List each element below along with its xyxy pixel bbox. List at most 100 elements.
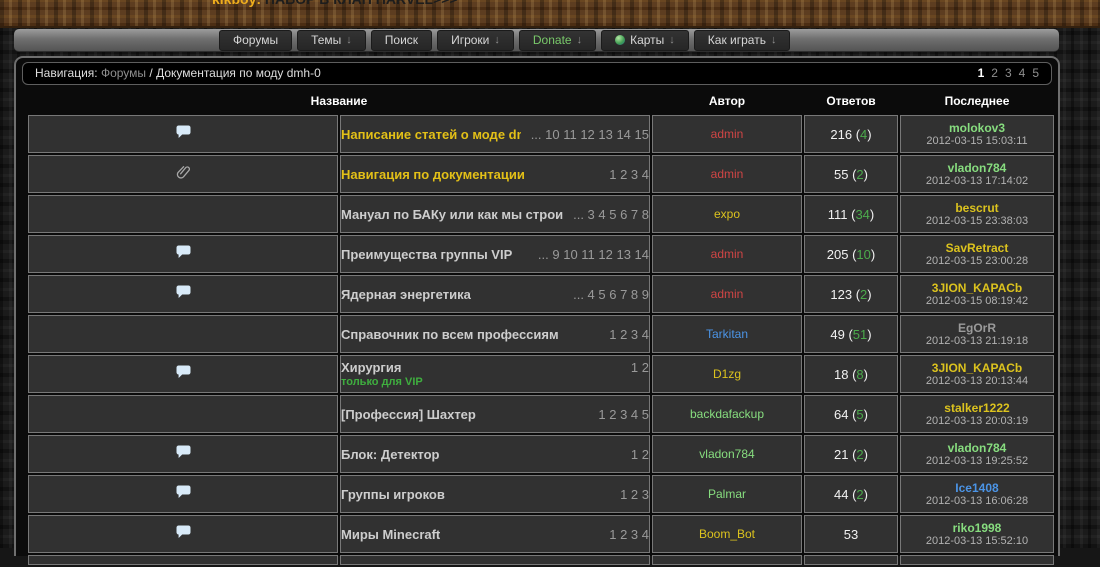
breadcrumb-separator: / bbox=[149, 66, 153, 80]
author-link[interactable]: expo bbox=[714, 207, 740, 221]
replies-new-count: (10) bbox=[848, 246, 876, 262]
topic-page-links[interactable]: ... 9 10 11 12 13 14 bbox=[538, 247, 649, 262]
topic-title-link[interactable]: [Профессия] Шахтер bbox=[341, 407, 476, 422]
topic-cell: Миры Minecraft 1 2 3 4 bbox=[340, 515, 650, 553]
topic-title-link[interactable]: Блок: Детектор bbox=[341, 447, 439, 462]
lastpost-user-link[interactable]: vladon784 bbox=[901, 161, 1053, 175]
nav-button-label: Поиск bbox=[384, 33, 419, 47]
lastpost-user-link[interactable]: bescrut bbox=[901, 201, 1053, 215]
author-link[interactable]: admin bbox=[711, 167, 744, 181]
author-link[interactable]: admin bbox=[711, 127, 744, 141]
nav-button-поиск[interactable]: Поиск bbox=[370, 29, 433, 51]
topic-page-links[interactable]: 1 2 bbox=[631, 360, 649, 375]
topic-cell: Хирургия 1 2 только для VIP bbox=[340, 355, 650, 393]
page-link-5[interactable]: 5 bbox=[1032, 63, 1039, 84]
lastpost-user-link[interactable]: 3JION_KAPACb bbox=[901, 361, 1053, 375]
topic-title-link[interactable]: Группы игроков bbox=[341, 487, 445, 502]
topic-page-links[interactable]: 1 2 3 4 bbox=[609, 327, 649, 342]
author-link[interactable]: admin bbox=[711, 247, 744, 261]
lastpost-date: 2012-03-15 15:03:11 bbox=[926, 134, 1028, 147]
lastpost-user-link[interactable]: molokov3 bbox=[901, 121, 1053, 135]
author-link[interactable]: vladon784 bbox=[699, 447, 754, 461]
replies-new-count: (51) bbox=[844, 326, 872, 342]
topic-row: Группы игроков 1 2 3 Palmar 44 (2) Ice1408 20… bbox=[28, 475, 1054, 513]
topic-page-links[interactable]: ... 3 4 5 6 7 8 bbox=[573, 207, 649, 222]
author-cell: expo bbox=[652, 195, 802, 233]
page-link-4[interactable]: 4 bbox=[1019, 63, 1026, 84]
replies-cell: 18 (8) bbox=[804, 355, 898, 393]
topic-page-links[interactable]: 1 2 3 4 bbox=[609, 527, 649, 542]
author-cell: vladon784 bbox=[652, 435, 802, 473]
topic-title-link[interactable]: Справочник по всем профессиям bbox=[341, 327, 559, 342]
topic-cell: Написание статей о моде dmh-0 за вознагр… bbox=[340, 115, 650, 153]
replies-new-count: (34) bbox=[847, 206, 875, 222]
breadcrumb-link-forums[interactable]: Форумы bbox=[101, 66, 146, 80]
nav-button-donate[interactable]: Donate ↓ bbox=[518, 29, 597, 51]
topic-row: Хирургия 1 2 только для VIP D1zg 18 (8) 3JION… bbox=[28, 355, 1054, 393]
lastpost-cell: vladon784 2012-03-13 19:25:52 bbox=[900, 435, 1054, 473]
topic-page-links[interactable]: 1 2 3 4 5 bbox=[598, 407, 649, 422]
ticker-username: kikboy: bbox=[212, 0, 261, 7]
comment-icon-cell bbox=[28, 355, 338, 393]
topic-row: Навигация по документации 1 2 3 4 admin 55 … bbox=[28, 155, 1054, 193]
lastpost-date: 2012-03-13 17:14:02 bbox=[925, 174, 1029, 187]
page-link-2[interactable]: 2 bbox=[991, 63, 998, 84]
author-link[interactable]: admin bbox=[711, 287, 744, 301]
lastpost-cell: molokov3 2012-03-15 15:03:11 bbox=[900, 115, 1054, 153]
lastpost-date: 2012-03-13 19:25:52 bbox=[925, 454, 1029, 467]
topic-title-link[interactable]: Преимущества группы VIP bbox=[341, 247, 512, 262]
author-link[interactable]: Palmar bbox=[708, 487, 746, 501]
topic-page-links[interactable]: ... 4 5 6 7 8 9 bbox=[573, 287, 649, 302]
author-link[interactable]: D1zg bbox=[713, 367, 741, 381]
nav-button-label: Как играть bbox=[707, 33, 766, 47]
replies-cell: 49 (51) bbox=[804, 315, 898, 353]
topic-page-links[interactable]: 1 2 3 4 bbox=[609, 167, 649, 182]
author-link[interactable]: Tarkitan bbox=[706, 327, 748, 341]
breadcrumb-pagination: 12345 bbox=[978, 63, 1039, 84]
topic-title-link[interactable]: Мануал по БАКу или как мы строили коллай… bbox=[341, 207, 563, 222]
lastpost-user-link[interactable]: vladon784 bbox=[901, 441, 1053, 455]
lastpost-user-link[interactable]: Ice1408 bbox=[901, 481, 1053, 495]
lastpost-user-link[interactable]: 3JION_KAPACb bbox=[901, 281, 1053, 295]
page-link-1[interactable]: 1 bbox=[978, 63, 985, 84]
replies-cell: 21 (2) bbox=[804, 435, 898, 473]
nav-button-темы[interactable]: Темы ↓ bbox=[297, 29, 366, 51]
topic-title-link[interactable]: Хирургия bbox=[341, 360, 401, 375]
comment-icon-cell bbox=[28, 435, 338, 473]
topic-row: Мануал по БАКу или как мы строили коллай… bbox=[28, 195, 1054, 233]
lastpost-user-link[interactable]: riko1998 bbox=[901, 521, 1053, 535]
nav-button-как-играть[interactable]: Как играть ↓ bbox=[693, 29, 791, 51]
topic-page-links[interactable]: 1 2 bbox=[631, 447, 649, 462]
lastpost-date: 2012-03-15 08:19:42 bbox=[925, 294, 1029, 307]
topic-page-links[interactable]: 1 2 3 bbox=[620, 487, 649, 502]
replies-cell: 53 bbox=[804, 515, 898, 553]
author-link[interactable]: backdafackup bbox=[690, 407, 764, 421]
topic-title-link[interactable]: Навигация по документации bbox=[341, 167, 525, 182]
content-panel: Навигация: Форумы / Документация по моду… bbox=[14, 56, 1060, 565]
navbar-buttons: Форумы Темы ↓ Поиск Игроки ↓ Donate ↓ Карты ↓ Как … bbox=[219, 29, 791, 51]
replies-cell: 55 (2) bbox=[804, 155, 898, 193]
nav-button-label: Игроки bbox=[451, 33, 490, 47]
topic-title-link[interactable]: Написание статей о моде dmh-0 за вознагр… bbox=[341, 127, 521, 142]
lastpost-user-link[interactable]: stalker1222 bbox=[901, 401, 1053, 415]
nav-button-карты[interactable]: Карты ↓ bbox=[601, 29, 689, 51]
author-link[interactable]: Boom_Bot bbox=[699, 527, 755, 541]
author-cell: backdafackup bbox=[652, 395, 802, 433]
page-link-3[interactable]: 3 bbox=[1005, 63, 1012, 84]
author-cell: admin bbox=[652, 275, 802, 313]
replies-count: 111 bbox=[827, 206, 848, 222]
lastpost-user-link[interactable]: EgOrR bbox=[901, 321, 1053, 335]
partial-cell bbox=[900, 555, 1054, 565]
lastpost-user-link[interactable]: SavRetract bbox=[901, 241, 1053, 255]
comment-bubble-icon bbox=[176, 485, 190, 498]
lastpost-cell: stalker1222 2012-03-13 20:03:19 bbox=[900, 395, 1054, 433]
nav-button-игроки[interactable]: Игроки ↓ bbox=[437, 29, 514, 51]
nav-button-label: Форумы bbox=[233, 33, 279, 47]
topic-page-links[interactable]: ... 10 11 12 13 14 15 bbox=[531, 127, 649, 142]
topic-title-link[interactable]: Миры Minecraft bbox=[341, 527, 440, 542]
topic-cell: [Профессия] Шахтер 1 2 3 4 5 bbox=[340, 395, 650, 433]
breadcrumb-path: Навигация: Форумы / Документация по моду… bbox=[35, 63, 321, 84]
nav-button-форумы[interactable]: Форумы bbox=[219, 29, 293, 51]
topic-title-link[interactable]: Ядерная энергетика bbox=[341, 287, 471, 302]
ticker-message: НАБОР В КЛАН HARVEL>>> bbox=[261, 0, 458, 7]
